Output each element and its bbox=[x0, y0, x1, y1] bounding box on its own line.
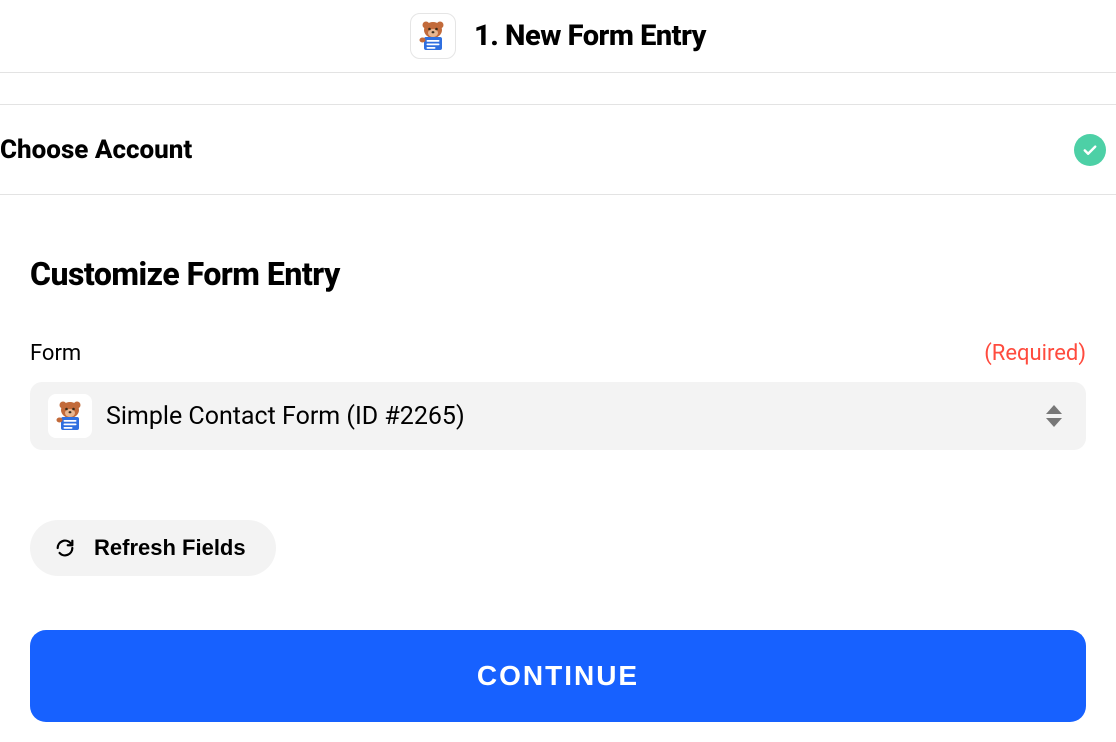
section-title: Customize Form Entry bbox=[30, 255, 1086, 293]
customize-section: Customize Form Entry Form (Required) Sim… bbox=[0, 195, 1116, 742]
wpforms-bear-icon bbox=[417, 20, 449, 52]
refresh-fields-label: Refresh Fields bbox=[94, 535, 246, 561]
account-status-badge bbox=[1074, 134, 1106, 166]
wpforms-bear-icon bbox=[54, 400, 86, 432]
choose-account-row[interactable]: Choose Account bbox=[0, 105, 1116, 195]
refresh-icon bbox=[54, 537, 76, 559]
form-field-label: Form bbox=[30, 341, 81, 366]
step-title: 1. New Form Entry bbox=[474, 19, 706, 53]
required-tag: (Required) bbox=[984, 341, 1086, 366]
check-icon bbox=[1081, 141, 1099, 159]
continue-label: CONTINUE bbox=[477, 660, 639, 691]
select-app-logo bbox=[48, 394, 92, 438]
step-header: 1. New Form Entry bbox=[0, 0, 1116, 73]
choose-account-label: Choose Account bbox=[0, 135, 192, 165]
continue-button[interactable]: CONTINUE bbox=[30, 630, 1086, 722]
form-select-value: Simple Contact Form (ID #2265) bbox=[106, 402, 1046, 431]
form-select[interactable]: Simple Contact Form (ID #2265) bbox=[30, 382, 1086, 450]
spacer-row bbox=[0, 73, 1116, 105]
refresh-fields-button[interactable]: Refresh Fields bbox=[30, 520, 276, 576]
app-logo bbox=[410, 13, 456, 59]
form-field-header: Form (Required) bbox=[30, 341, 1086, 366]
sort-arrows-icon bbox=[1046, 405, 1062, 427]
